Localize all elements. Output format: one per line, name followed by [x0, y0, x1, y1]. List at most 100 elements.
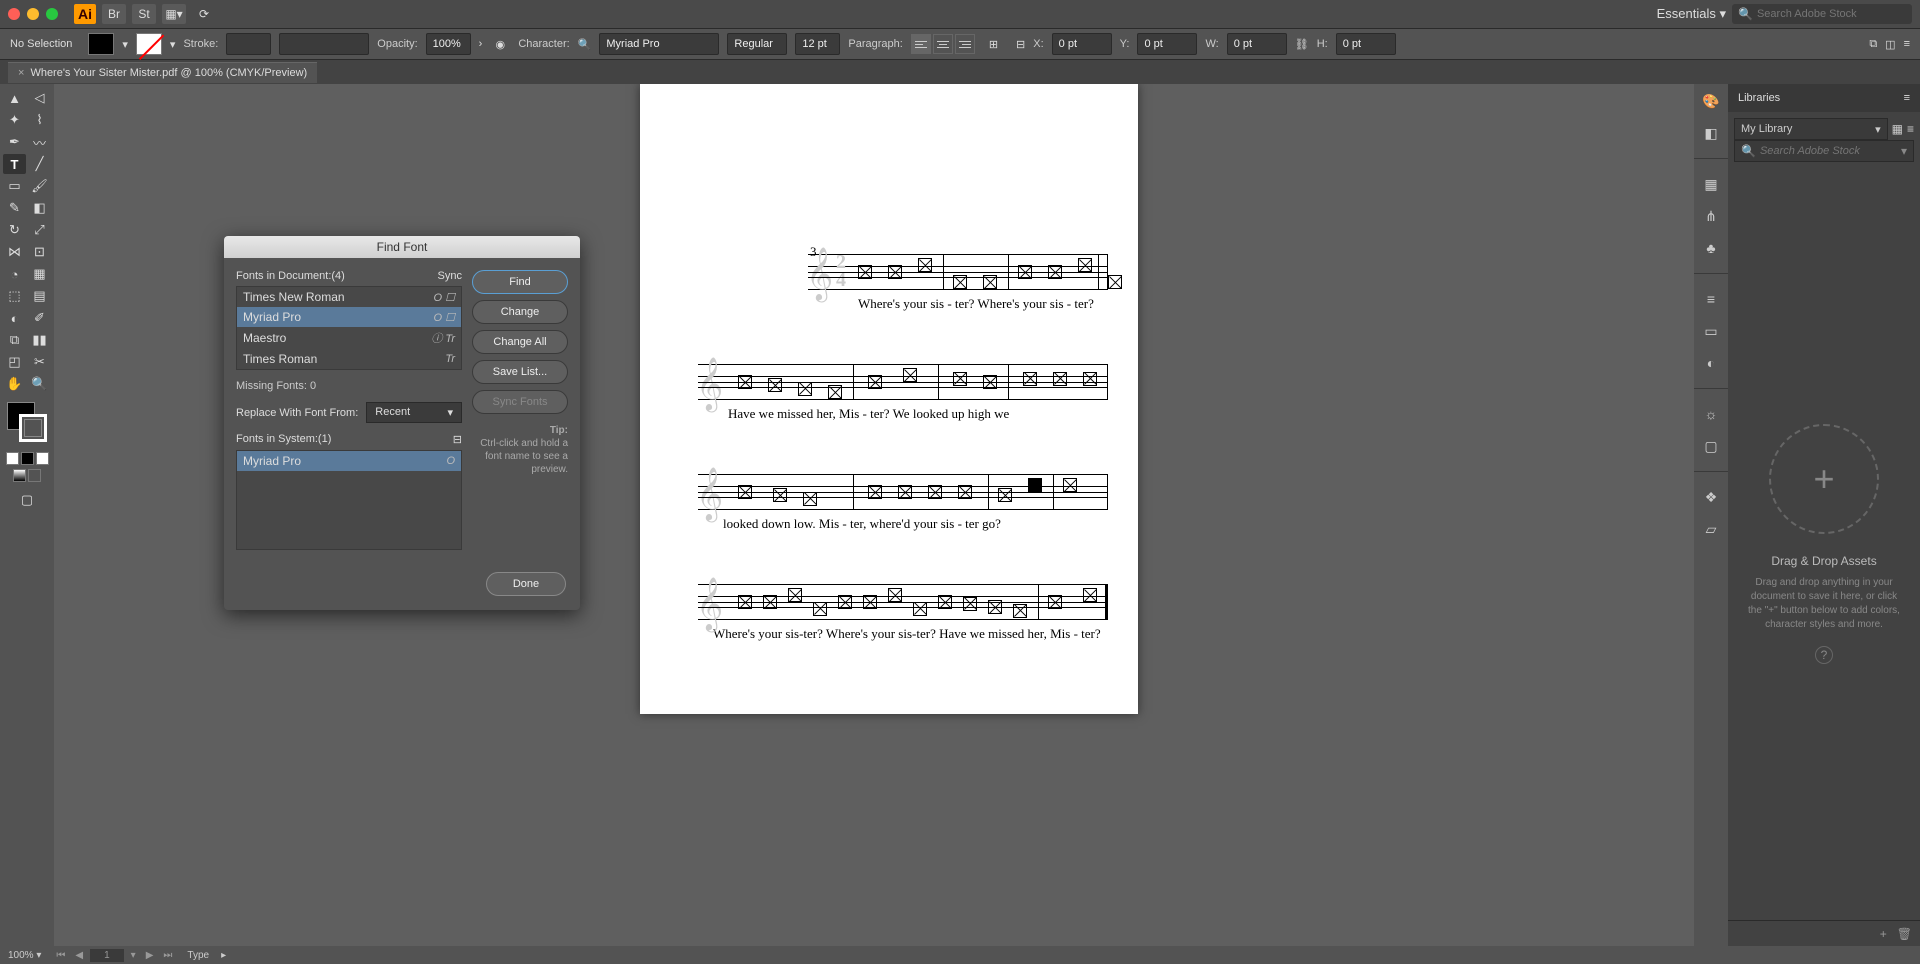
change-all-button[interactable]: Change All	[472, 330, 568, 354]
width-tool[interactable]: ⋈	[3, 242, 26, 262]
font-row[interactable]: Myriad ProO	[237, 451, 461, 471]
chevron-down-icon[interactable]: ▾	[1901, 144, 1907, 158]
font-weight-input[interactable]	[727, 33, 787, 55]
canvas[interactable]: 3 𝄞 2 4 Where's your sis - te	[54, 84, 1694, 946]
prev-artboard-icon[interactable]: ◀	[72, 950, 86, 961]
opacity-input[interactable]	[426, 33, 471, 55]
edit-clip-icon[interactable]: ◫	[1885, 38, 1895, 51]
font-row[interactable]: Times New RomanO ☐	[237, 287, 461, 307]
mesh-tool[interactable]: ▤	[28, 286, 51, 306]
direct-selection-tool[interactable]: ◁	[28, 88, 51, 108]
next-artboard-icon[interactable]: ▶	[143, 950, 157, 961]
rotate-tool[interactable]: ↻	[3, 220, 26, 240]
library-select[interactable]: My Library▾	[1734, 118, 1888, 140]
scale-tool[interactable]: ⤢	[28, 220, 51, 240]
replace-source-select[interactable]: Recent▾	[366, 402, 462, 423]
free-transform-tool[interactable]: ⊡	[28, 242, 51, 262]
magic-wand-tool[interactable]: ✦	[3, 110, 26, 130]
sync-fonts-button[interactable]: Sync Fonts	[472, 390, 568, 414]
rectangle-tool[interactable]: ▭	[3, 176, 26, 196]
delete-icon[interactable]: 🗑	[1897, 927, 1912, 941]
screen-mode-button[interactable]: ▢	[16, 490, 39, 510]
graphic-styles-icon[interactable]: ▢	[1700, 435, 1722, 457]
appearance-panel-icon[interactable]: ☼	[1700, 403, 1722, 425]
swatches-panel-icon[interactable]: ▦	[1700, 173, 1722, 195]
live-paint-tool[interactable]: ▦	[28, 264, 51, 284]
system-fonts-list[interactable]: Myriad ProO	[236, 450, 462, 550]
search-stock-field[interactable]: 🔍	[1732, 4, 1912, 24]
color-mode-none[interactable]	[36, 452, 49, 465]
selection-tool[interactable]: ▲	[3, 88, 26, 108]
drop-target[interactable]: +	[1769, 424, 1879, 534]
make-envelope-icon[interactable]: ⊞	[989, 38, 998, 51]
line-tool[interactable]: ╱	[28, 154, 51, 174]
brush-def-input[interactable]	[279, 33, 369, 55]
color-mode-solid[interactable]	[6, 452, 19, 465]
color-mode-black[interactable]	[21, 452, 34, 465]
perspective-tool[interactable]: ⬚	[3, 286, 26, 306]
library-search-input[interactable]	[1760, 145, 1901, 157]
library-search[interactable]: 🔍 ▾	[1734, 140, 1914, 162]
change-button[interactable]: Change	[472, 300, 568, 324]
stroke-box[interactable]	[19, 414, 47, 442]
stock-icon[interactable]: St	[132, 4, 156, 24]
status-arrow-icon[interactable]: ▸	[221, 950, 226, 961]
draw-mode[interactable]	[28, 469, 41, 482]
fill-stroke-control[interactable]	[7, 402, 47, 442]
stroke-weight-input[interactable]	[226, 33, 271, 55]
y-input[interactable]	[1137, 33, 1197, 55]
done-button[interactable]: Done	[486, 572, 566, 596]
slice-tool[interactable]: ✂	[28, 352, 51, 372]
color-panel-icon[interactable]: 🎨	[1700, 90, 1722, 112]
shape-builder-tool[interactable]: ◔	[3, 264, 26, 284]
fill-dropdown-icon[interactable]: ▾	[122, 38, 128, 51]
column-graph-tool[interactable]: ▮▮	[28, 330, 51, 350]
artboard-dropdown-icon[interactable]: ▾	[128, 950, 139, 961]
blend-tool[interactable]: ⧉	[3, 330, 26, 350]
list-options-icon[interactable]: ⊟	[453, 433, 462, 446]
align-center-button[interactable]	[933, 34, 953, 54]
artboard-tool[interactable]: ◰	[3, 352, 26, 372]
curvature-tool[interactable]: 〰	[28, 132, 51, 152]
grid-view-icon[interactable]: ▦	[1892, 122, 1903, 136]
artboard-number[interactable]: 1	[90, 949, 124, 962]
font-search-icon[interactable]: 🔍	[578, 38, 592, 51]
panel-menu-icon[interactable]: ≡	[1904, 92, 1910, 104]
eyedropper-tool[interactable]: ✐	[28, 308, 51, 328]
close-window-icon[interactable]	[8, 8, 20, 20]
gradient-tool[interactable]: ◐	[3, 308, 26, 328]
font-size-input[interactable]	[795, 33, 840, 55]
doc-fonts-list[interactable]: Times New RomanO ☐ Myriad ProO ☐ Maestro…	[236, 286, 462, 370]
maximize-window-icon[interactable]	[46, 8, 58, 20]
document-tab[interactable]: × Where's Your Sister Mister.pdf @ 100% …	[8, 62, 317, 83]
recolor-icon[interactable]: ◉	[490, 38, 510, 51]
symbols-panel-icon[interactable]: ♣	[1700, 237, 1722, 259]
options-icon[interactable]: ≡	[1904, 38, 1910, 50]
font-row[interactable]: Times RomanTr	[237, 349, 461, 369]
type-tool[interactable]: T	[3, 154, 26, 174]
color-guide-icon[interactable]: ◧	[1700, 122, 1722, 144]
font-family-input[interactable]	[599, 33, 719, 55]
shaper-tool[interactable]: ✎	[3, 198, 26, 218]
eraser-tool[interactable]: ◧	[28, 198, 51, 218]
h-input[interactable]	[1336, 33, 1396, 55]
layers-panel-icon[interactable]: ❖	[1700, 486, 1722, 508]
help-icon[interactable]: ?	[1815, 646, 1833, 664]
zoom-tool[interactable]: 🔍	[28, 374, 51, 394]
hand-tool[interactable]: ✋	[3, 374, 26, 394]
add-content-icon[interactable]: +	[1880, 927, 1887, 941]
stroke-panel-icon[interactable]: ≡	[1700, 288, 1722, 310]
font-row[interactable]: Myriad ProO ☐	[237, 307, 461, 327]
gradient-mode[interactable]	[13, 469, 26, 482]
gpu-icon[interactable]: ⟳	[192, 4, 216, 24]
align-right-button[interactable]	[955, 34, 975, 54]
zoom-level[interactable]: 100% ▾	[8, 950, 41, 961]
align-left-button[interactable]	[911, 34, 931, 54]
search-stock-input[interactable]	[1757, 8, 1906, 20]
find-button[interactable]: Find	[472, 270, 568, 294]
font-row[interactable]: Maestroⓘ Tr	[237, 327, 461, 349]
arrange-docs-icon[interactable]: ▦▾	[162, 4, 186, 24]
first-artboard-icon[interactable]: ⏮	[53, 950, 68, 961]
transparency-panel-icon[interactable]: ◐	[1700, 352, 1722, 374]
list-view-icon[interactable]: ≡	[1907, 122, 1914, 136]
